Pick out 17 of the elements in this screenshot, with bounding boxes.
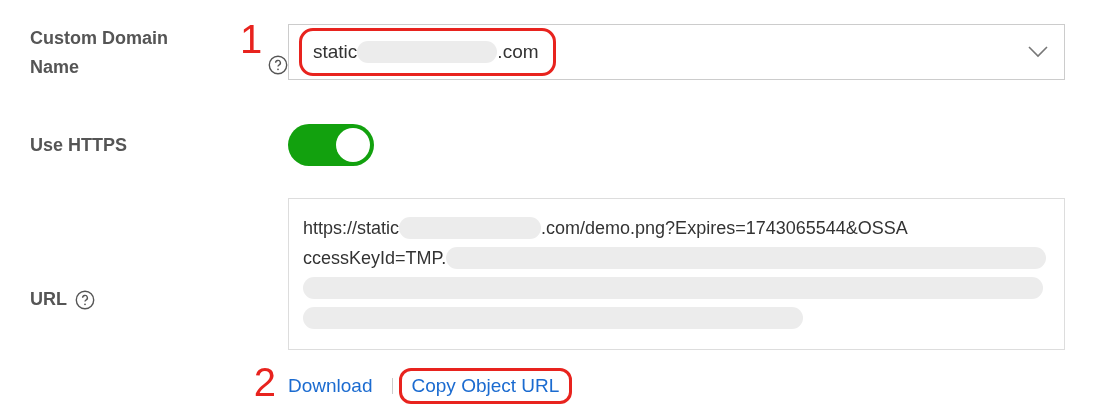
annotation-number: 1 (240, 19, 263, 59)
link[interactable]: Copy Object URL (398, 368, 573, 404)
link[interactable]: Download (288, 368, 386, 404)
field-label: Custom Domain Name (30, 27, 169, 79)
help-icon[interactable] (75, 289, 95, 310)
field-label: URL (30, 288, 67, 311)
https-toggle[interactable] (288, 124, 374, 166)
url-text: ccessKeyId=TMP. (303, 247, 447, 270)
url-textarea[interactable]: https://static .com/demo.png?Expires=1743065544&OSSA ccessKeyId=TMP. (288, 198, 1065, 350)
domain-value: static .com (299, 28, 556, 76)
help-icon[interactable] (268, 55, 288, 75)
url-text: .com/demo.png?Expires=1743065544&OSSA (541, 217, 908, 240)
domain-select[interactable]: static .com (288, 24, 1065, 80)
field-label: Use HTTPS (30, 133, 128, 157)
url-text: https://static (303, 217, 400, 240)
annotation-number: 2 (253, 362, 276, 402)
chevron-down-icon (1028, 46, 1048, 58)
